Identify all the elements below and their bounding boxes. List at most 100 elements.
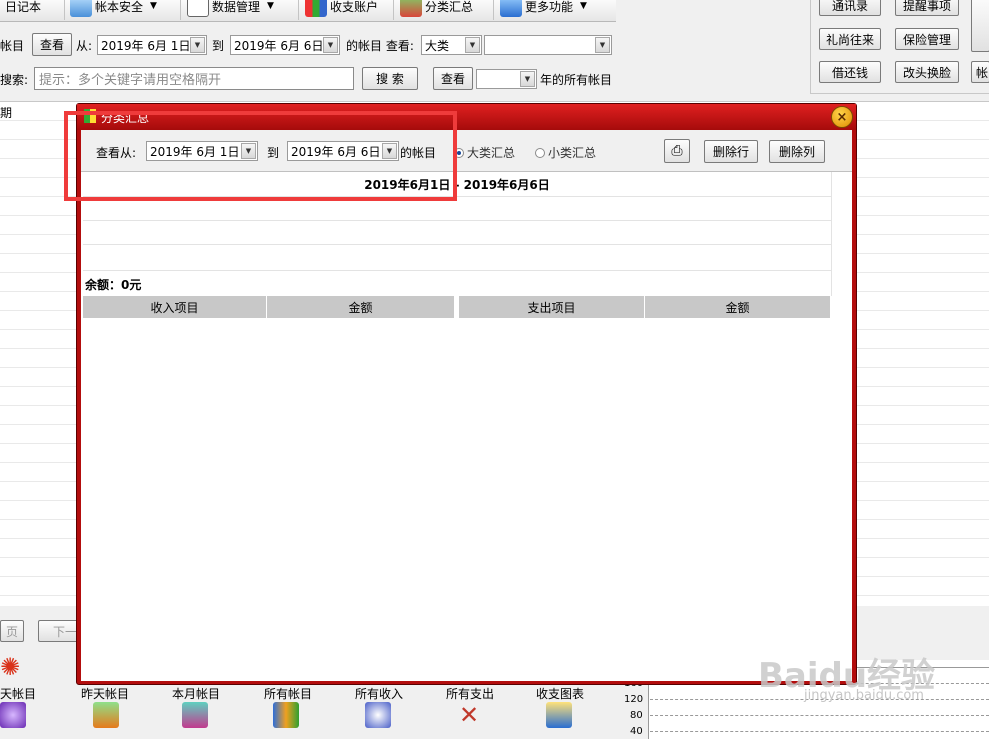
flower-icon: ✺ [0, 653, 21, 681]
print-button[interactable]: ⎙ [664, 139, 690, 163]
toolbar-more-label: 更多功能 [525, 0, 574, 14]
coins-icon[interactable] [365, 702, 391, 728]
document-icon [187, 0, 209, 17]
cross-pen-icon[interactable]: ✕ [456, 702, 482, 728]
shortcut-yesterday-label[interactable]: 昨天帐目 [81, 685, 129, 702]
toolbar-diary-label: 日记本 [5, 0, 42, 14]
chart-gridline [650, 715, 989, 716]
dialog-body: 查看从: 2019年 6月 1日 ▼ 到 2019年 6月 6日 ▼ 的帐目 大… [81, 130, 852, 681]
loans-button[interactable]: 借还钱 [819, 61, 881, 83]
list-column-date: 期 [0, 106, 13, 120]
report-header-income-item: 收入项目 [83, 296, 267, 318]
year-select[interactable]: ▼ [476, 69, 537, 89]
shortcut-month-label[interactable]: 本月帐目 [172, 685, 220, 702]
close-icon[interactable]: × [831, 106, 853, 128]
delete-column-button[interactable]: 删除列 [769, 140, 825, 163]
report-header-expense-item: 支出项目 [459, 296, 645, 318]
more-functions-icon [500, 0, 522, 17]
chart-gridline [650, 731, 989, 732]
report-row-line [83, 244, 831, 245]
toolbar-more[interactable]: 更多功能 ▼ [500, 0, 587, 18]
toolbar-account-security[interactable]: 帐本安全 ▼ [70, 0, 157, 18]
report-balance: 余额：0元 [85, 278, 142, 292]
shortcut-expense-label[interactable]: 所有支出 [446, 685, 494, 702]
chart-doc-icon[interactable] [546, 702, 572, 728]
watermark-url: jingyan.baidu.com [804, 688, 924, 703]
from-date-picker[interactable]: 2019年 6月 1日 ▼ [97, 35, 207, 55]
to-date-value: 2019年 6月 6日 [234, 38, 324, 53]
dropdown-arrow-icon[interactable]: ▼ [465, 37, 480, 53]
inbox-icon[interactable] [93, 702, 119, 728]
camera-icon[interactable] [182, 702, 208, 728]
bar-chart-icon [305, 0, 327, 17]
toolbar-category-summary-label: 分类汇总 [425, 0, 474, 14]
dropdown-arrow-icon[interactable]: ▼ [595, 37, 610, 53]
radio-minor-summary[interactable]: 小类汇总 [535, 144, 596, 161]
report-row-line [83, 270, 831, 271]
toolbar-data-management[interactable]: 数据管理 ▼ [187, 0, 274, 18]
shortcut-income-label[interactable]: 所有收入 [355, 685, 403, 702]
printer-icon: ⎙ [671, 143, 683, 159]
category-select[interactable]: 大类 ▼ [421, 35, 482, 55]
next-page-button[interactable]: 下一 [38, 620, 78, 642]
account-label: 帐目 [0, 39, 25, 53]
main-toolbar: 日记本 帐本安全 ▼ 数据管理 ▼ 收支账户 分类汇总 更多功能 ▼ [0, 0, 616, 22]
insurance-button[interactable]: 保险管理 [895, 28, 959, 50]
radio-major-summary[interactable]: 大类汇总 [454, 144, 515, 161]
chevron-down-icon: ▼ [150, 1, 157, 11]
contacts-button[interactable]: 通讯录 [819, 0, 881, 16]
year-suffix-label: 年的所有帐目 [540, 73, 613, 87]
shortcut-all-label[interactable]: 所有帐目 [264, 685, 312, 702]
search-label: 搜索: [0, 73, 29, 87]
dropdown-arrow-icon[interactable]: ▼ [190, 37, 205, 53]
summary-icon [400, 0, 422, 17]
chevron-down-icon: ▼ [267, 1, 274, 11]
toolbar-category-summary[interactable]: 分类汇总 [400, 0, 473, 18]
gifts-button[interactable]: 礼尚往来 [819, 28, 881, 50]
side-panel-button[interactable] [971, 0, 989, 52]
search-button[interactable]: 搜 索 [362, 67, 418, 90]
delete-row-button[interactable]: 删除行 [704, 140, 758, 163]
toolbar-separator [298, 0, 299, 20]
chart-tick-label: 40 [630, 726, 643, 737]
toolbar-accounts-label: 收支账户 [330, 0, 379, 14]
toolbar-account-security-label: 帐本安全 [95, 0, 144, 14]
from-date-value: 2019年 6月 1日 [101, 38, 191, 53]
dropdown-arrow-icon[interactable]: ▼ [323, 37, 338, 53]
chart-tick-label: 80 [630, 710, 643, 721]
view-by-label: 的帐目 查看: [346, 39, 414, 53]
category-value: 大类 [425, 38, 450, 53]
chevron-down-icon: ▼ [580, 1, 587, 11]
pen-icon[interactable] [0, 702, 26, 728]
dropdown-arrow-icon[interactable]: ▼ [520, 71, 535, 87]
toolbar-separator [64, 0, 65, 20]
radio-unselected-icon [535, 147, 545, 158]
folder-icon[interactable] [273, 702, 299, 728]
report-right-border [831, 172, 832, 296]
search-input[interactable]: 提示：多个关键字请用空格隔开 [34, 67, 354, 90]
from-label: 从: [76, 39, 93, 53]
toolbar-diary[interactable]: 日记本 [5, 0, 41, 18]
prev-page-button[interactable]: 页 [0, 620, 24, 642]
more-tools-button[interactable]: 帐 [971, 61, 989, 83]
subcategory-select[interactable]: ▼ [484, 35, 612, 55]
toolbar-accounts[interactable]: 收支账户 [305, 0, 378, 18]
tools-panel: 通讯录 提醒事项 礼尚往来 保险管理 借还钱 改头换脸 帐 [810, 0, 989, 94]
reminders-button[interactable]: 提醒事项 [895, 0, 959, 16]
shortcut-chart-label[interactable]: 收支图表 [536, 685, 584, 702]
to-label: 到 [212, 39, 225, 53]
toolbar-separator [493, 0, 494, 20]
radio-minor-label: 小类汇总 [548, 146, 597, 160]
shortcut-today-label[interactable]: 天帐目 [0, 685, 36, 702]
report-header-income-amount: 金额 [267, 296, 455, 318]
view-button[interactable]: 查看 [32, 33, 72, 56]
to-date-picker[interactable]: 2019年 6月 6日 ▼ [230, 35, 340, 55]
year-view-button[interactable]: 查看 [433, 67, 473, 90]
calendar-icon [70, 0, 92, 17]
chart-tick-label: 120 [624, 694, 644, 705]
toolbar-data-management-label: 数据管理 [212, 0, 261, 14]
toolbar-separator [180, 0, 181, 20]
skin-button[interactable]: 改头换脸 [895, 61, 959, 83]
radio-major-label: 大类汇总 [467, 146, 516, 160]
report-row-line [83, 220, 831, 221]
